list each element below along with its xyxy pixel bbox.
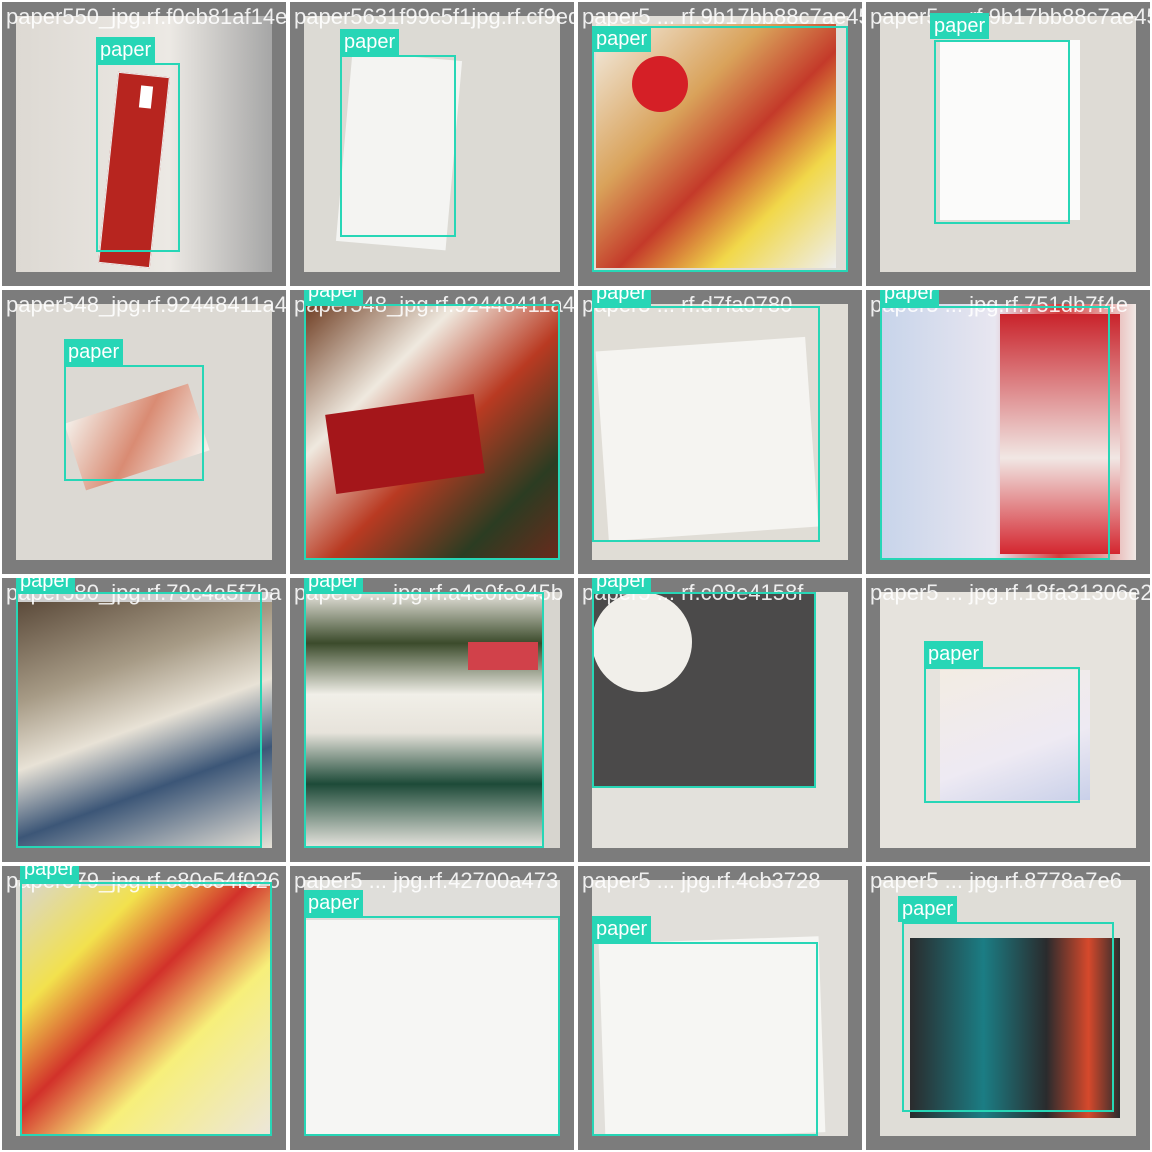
result-tile[interactable]: paper5 ... jpg.rf.a4e0fc845b paper (290, 578, 574, 862)
bounding-box[interactable] (592, 306, 820, 542)
class-label: paper (592, 578, 652, 594)
bounding-box[interactable] (304, 916, 560, 1136)
class-label: paper (930, 13, 990, 39)
bounding-box[interactable] (902, 922, 1114, 1112)
class-label: paper (898, 896, 958, 922)
result-tile[interactable]: paper5 ... jpg.rf.8778a7e6 paper (866, 866, 1150, 1150)
result-tile[interactable]: paper548_jpg.rf.92448411a4fd8070b3bc3 pa… (290, 290, 574, 574)
result-tile[interactable]: paper5 ... rf.c08e4158f paper (578, 578, 862, 862)
bounding-box[interactable] (64, 365, 204, 481)
bounding-box[interactable] (592, 942, 818, 1136)
class-label: paper (304, 290, 364, 304)
result-tile[interactable]: paper580_jpg.rf.79c4a5f7ba paper (2, 578, 286, 862)
result-tile[interactable]: paper5 ... jpg.rf.4cb3728 paper (578, 866, 862, 1150)
bounding-box[interactable] (304, 304, 560, 560)
bounding-box[interactable] (934, 40, 1070, 224)
class-label: paper (304, 578, 364, 594)
result-tile[interactable]: paper5 ... jpg.rf.751db7f4e paper (866, 290, 1150, 574)
class-label: paper (592, 290, 652, 306)
class-label: paper (592, 916, 652, 942)
result-tile[interactable]: paper5 ... rf.d7fa0780 paper (578, 290, 862, 574)
result-tile[interactable]: paper5 ... jpg.rf.42700a473 paper (290, 866, 574, 1150)
class-label: paper (96, 37, 156, 63)
class-label: paper (64, 339, 124, 365)
bounding-box[interactable] (592, 592, 816, 788)
result-tile[interactable]: paper5 ... rf.9b17bb88c7ae45a17b72b80798… (866, 2, 1150, 286)
class-label: paper (880, 290, 940, 306)
detection-results-grid: paper550_jpg.rf.f0cb81af14e0d69873b795bf… (0, 0, 1152, 1152)
class-label: paper (304, 890, 364, 916)
bounding-box[interactable] (880, 306, 1110, 560)
result-tile[interactable]: paper579_jpg.rf.c80c54f026 paper (2, 866, 286, 1150)
class-label: paper (592, 26, 652, 52)
bounding-box[interactable] (16, 592, 262, 848)
result-tile[interactable]: paper5 ... rf.9b17bb88c7ae45a17b72b80798… (578, 2, 862, 286)
result-tile[interactable]: paper5631f99c5f1jpg.rf.cf9ed1df paper (290, 2, 574, 286)
bounding-box[interactable] (592, 26, 848, 272)
class-label: paper (16, 578, 76, 594)
bounding-box[interactable] (96, 63, 180, 252)
result-tile[interactable]: paper5 ... jpg.rf.18fa31306e2 paper (866, 578, 1150, 862)
bounding-box[interactable] (20, 882, 272, 1136)
bounding-box[interactable] (304, 592, 544, 848)
result-tile[interactable]: paper550_jpg.rf.f0cb81af14e0d69873b795bf… (2, 2, 286, 286)
class-label: paper (20, 866, 80, 882)
class-label: paper (924, 641, 984, 667)
class-label: paper (340, 29, 400, 55)
bounding-box[interactable] (924, 667, 1080, 803)
result-tile[interactable]: paper548_jpg.rf.92448411a4 paper (2, 290, 286, 574)
bounding-box[interactable] (340, 55, 456, 237)
